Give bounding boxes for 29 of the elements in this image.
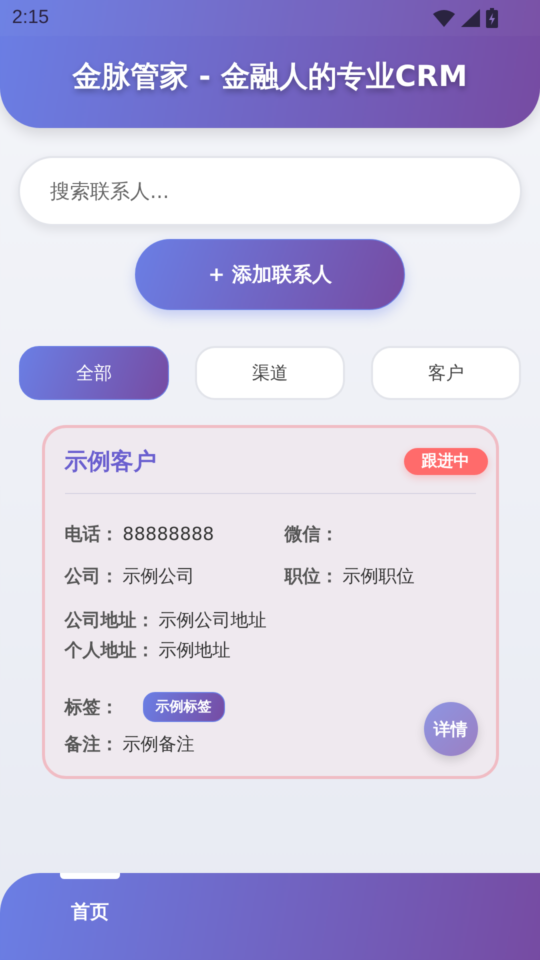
field-value: 88888888 (122, 524, 214, 545)
field-label: 职位： (284, 565, 338, 588)
active-indicator (60, 873, 120, 879)
filter-tab[interactable]: 客户 (371, 346, 521, 400)
field-label: 标签： (64, 696, 118, 719)
field-value: 示例职位 (342, 565, 414, 588)
add-contact-button[interactable]: + 添加联系人 (135, 239, 405, 310)
field-value: 示例公司地址 (158, 609, 266, 632)
contact-name: 示例客户 (64, 448, 156, 477)
wifi-icon (433, 10, 455, 26)
status-badge: 跟进中 (404, 448, 488, 475)
field-label: 公司： (64, 565, 118, 588)
details-button[interactable]: 详情 (424, 702, 478, 756)
filter-tab[interactable]: 渠道 (195, 346, 345, 400)
field-label: 公司地址： (64, 609, 154, 632)
field-value: 示例公司 (122, 565, 194, 588)
search-field[interactable]: 搜索联系人... (18, 156, 522, 226)
field-label: 个人地址： (64, 639, 154, 662)
status-time: 2:15 (12, 7, 49, 29)
battery-icon (486, 8, 498, 28)
filter-tab[interactable]: 全部 (19, 346, 169, 400)
field-value: 示例地址 (158, 639, 230, 662)
app-title: 金脉管家 - 金融人的专业CRM (71, 58, 468, 95)
field-label: 备注： (64, 733, 118, 756)
field-label: 电话： (64, 523, 118, 546)
tag-chip: 示例标签 (142, 692, 224, 722)
field-value: 示例备注 (122, 733, 194, 756)
signal-icon (461, 9, 480, 27)
field-label: 微信： (284, 523, 338, 546)
